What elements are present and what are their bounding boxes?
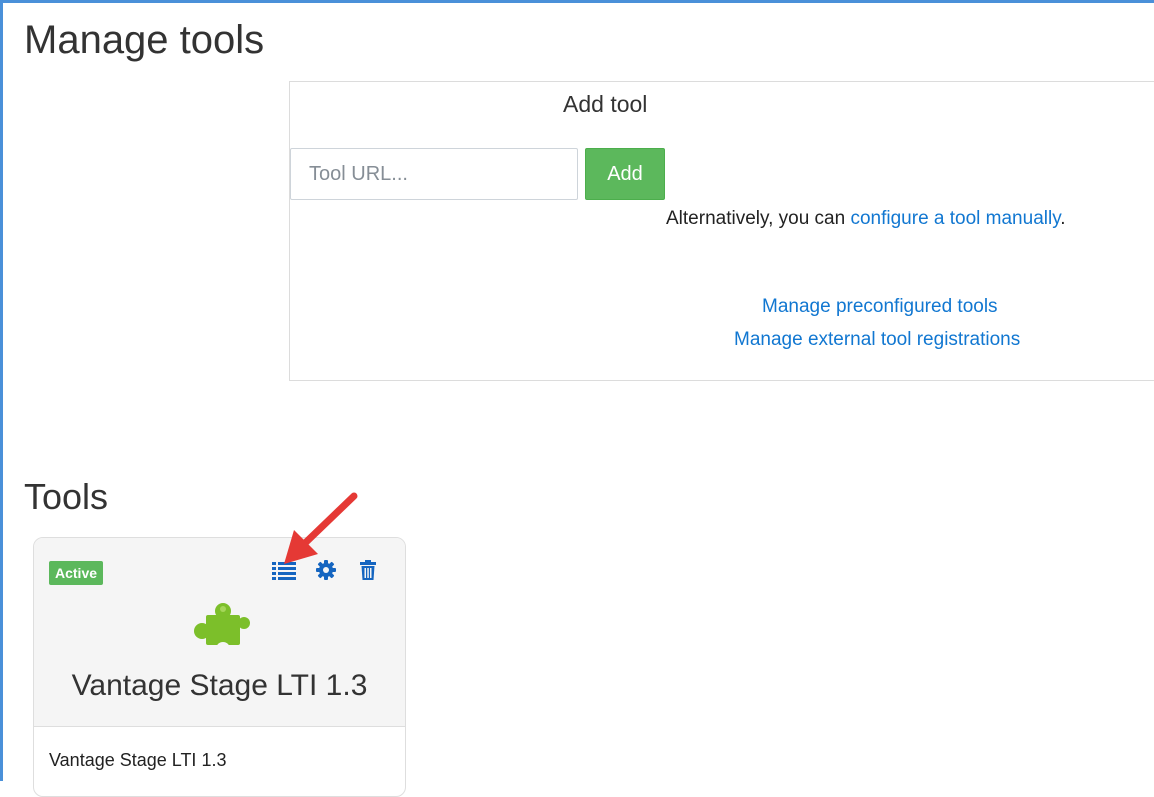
tool-card-title: Vantage Stage LTI 1.3 [71, 669, 368, 702]
tools-heading: Tools [24, 476, 109, 517]
status-badge: Active [49, 561, 104, 585]
alternative-prefix: Alternatively, you can [666, 208, 851, 229]
trash-icon[interactable] [360, 560, 376, 585]
manage-preconfigured-tools-link[interactable]: Manage preconfigured tools [762, 296, 998, 318]
add-button[interactable]: Add [585, 148, 665, 200]
add-tool-panel [289, 81, 1154, 381]
configure-manually-link[interactable]: configure a tool manually [850, 208, 1060, 229]
alternative-suffix: . [1060, 208, 1066, 229]
puzzle-piece-icon [192, 601, 250, 662]
alternative-text: Alternatively, you can configure a tool … [666, 208, 1066, 230]
tool-card-body-name: Vantage Stage LTI 1.3 [49, 750, 227, 770]
tool-url-input[interactable] [290, 148, 578, 200]
manage-external-tool-registrations-link[interactable]: Manage external tool registrations [734, 329, 1020, 351]
tool-card: Active Vantage Stage LTI 1.3 Vantage Sta… [33, 537, 406, 797]
page-title: Manage tools [24, 18, 265, 62]
add-tool-title: Add tool [563, 91, 648, 117]
annotation-arrow-icon [284, 492, 358, 564]
